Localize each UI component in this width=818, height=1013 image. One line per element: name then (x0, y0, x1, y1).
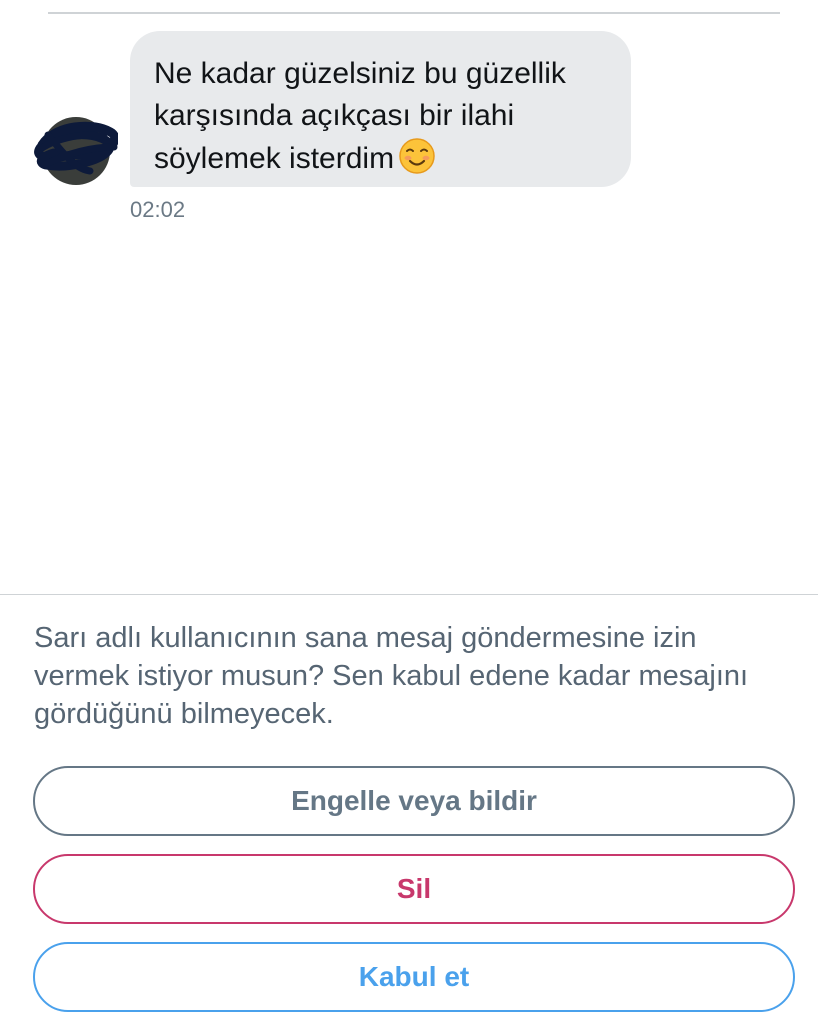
delete-button[interactable]: Sil (33, 854, 795, 924)
message-request-prompt: Sarı adlı kullanıcının sana mesaj gönder… (34, 622, 749, 730)
message-line: karşısında açıkçası bir ilahi (154, 99, 515, 132)
message-line-text: söylemek isterdim (154, 142, 395, 175)
message-line: Ne kadar güzelsiniz bu güzellik (154, 57, 566, 90)
message-bubble[interactable]: Ne kadar güzelsiniz bu güzellik karşısın… (130, 31, 631, 187)
message-timestamp: 02:02 (130, 197, 186, 222)
avatar[interactable] (34, 111, 118, 187)
accept-button[interactable]: Kabul et (33, 942, 795, 1012)
block-or-report-button[interactable]: Engelle veya bildir (33, 766, 795, 836)
request-divider (0, 594, 818, 595)
message-line-last: söylemek isterdim (154, 137, 607, 180)
smiling-face-icon (398, 137, 436, 175)
scribbled-avatar-icon (34, 117, 118, 185)
top-divider (48, 12, 780, 14)
